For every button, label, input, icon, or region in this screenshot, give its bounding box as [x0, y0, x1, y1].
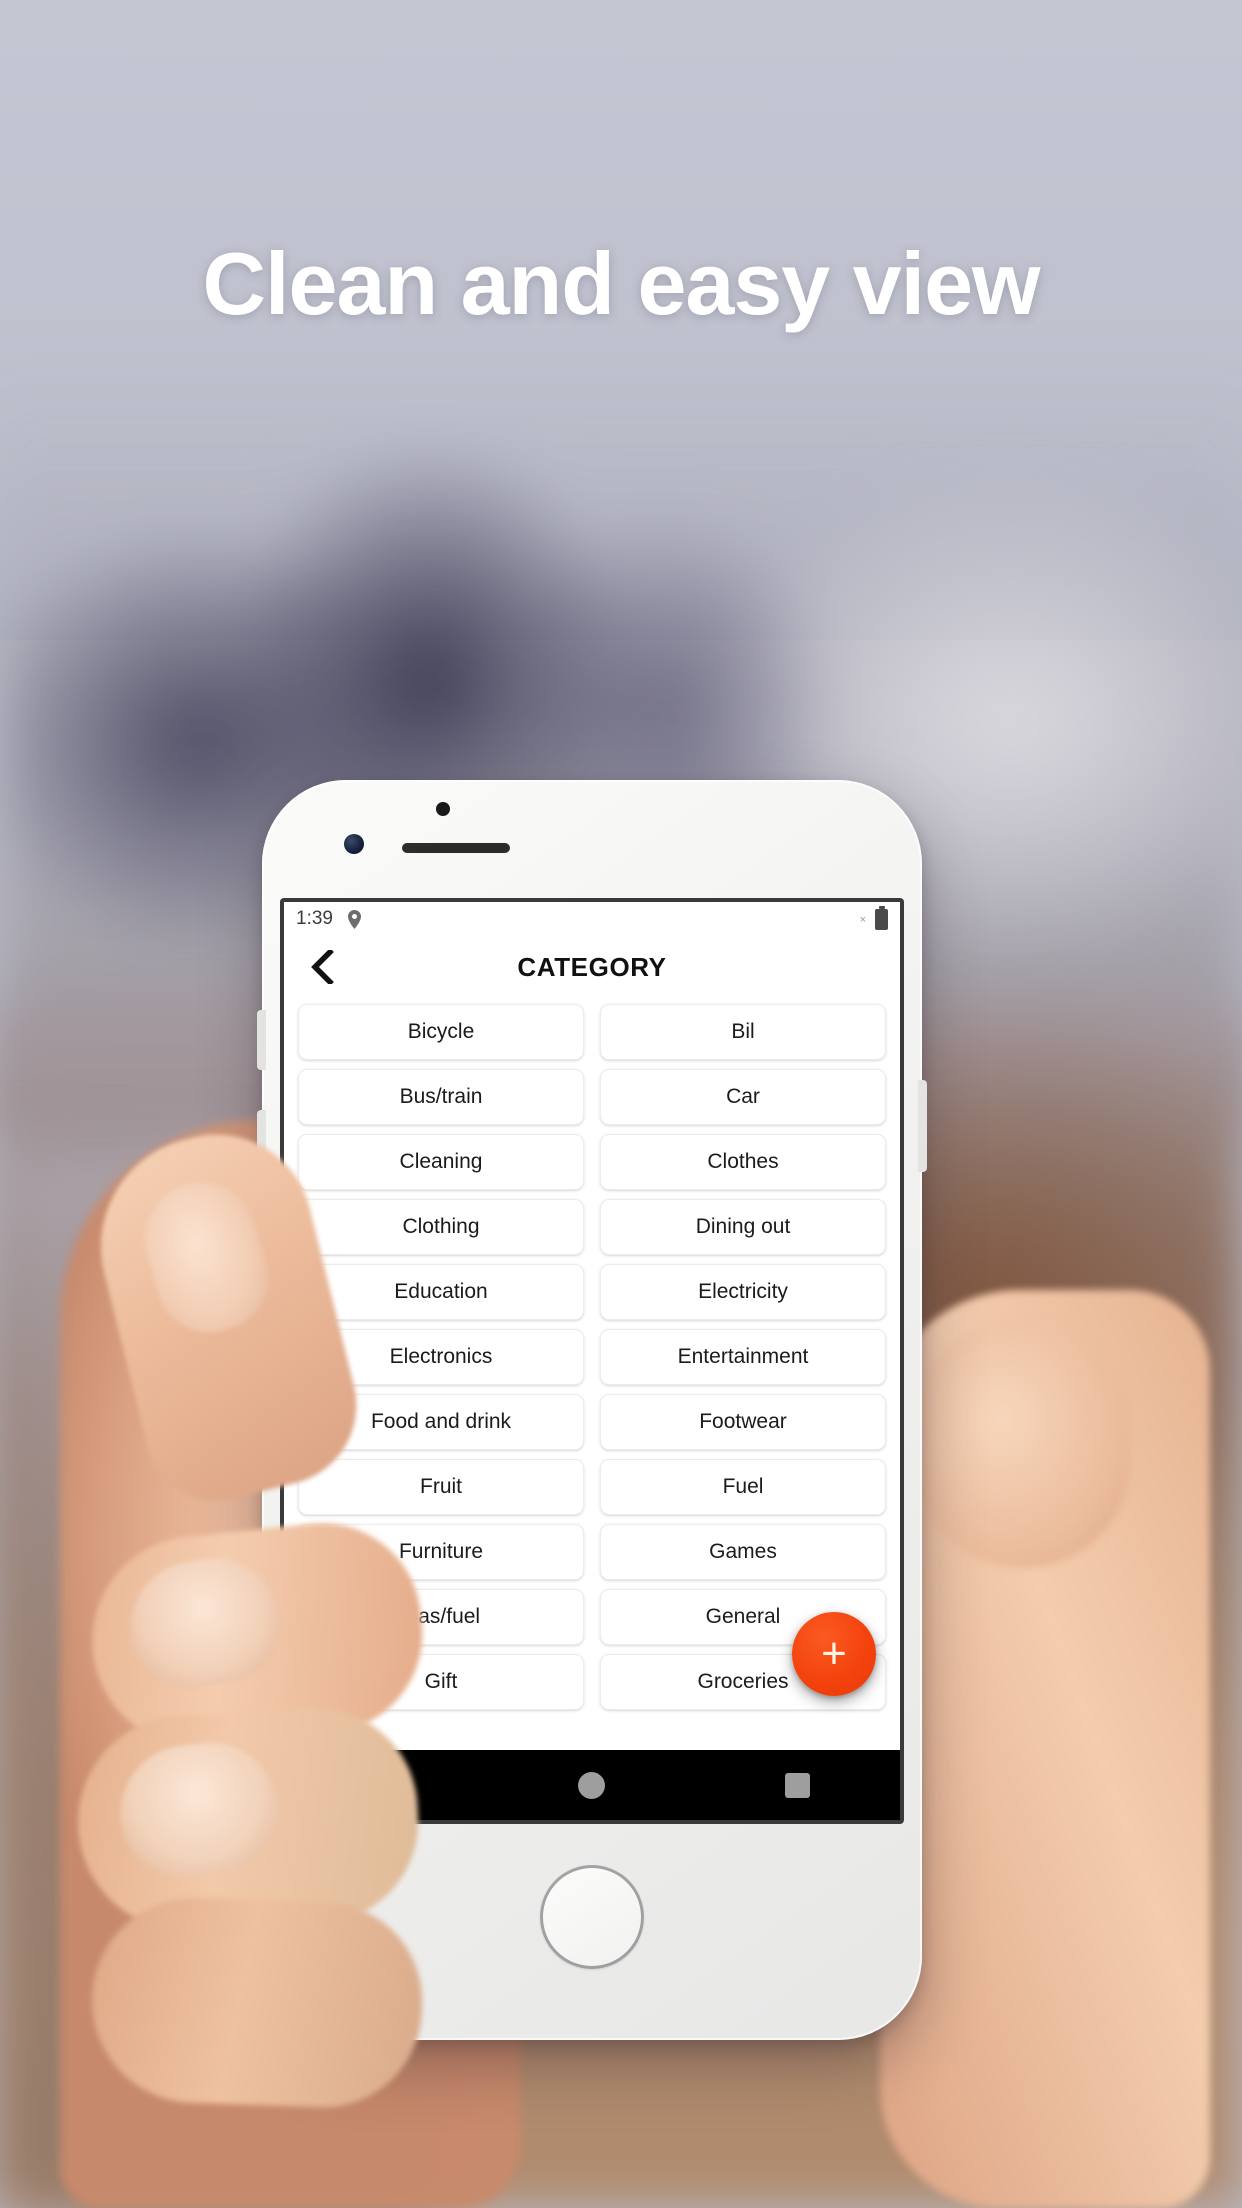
phone-screen-bezel: 1:39 × CATEGORY Bicycle Bil Bus/train Ca… — [280, 898, 904, 1824]
category-button[interactable]: Gift — [298, 1654, 584, 1710]
promo-screenshot: Clean and easy view 1:39 × CATEGORY Bicy… — [0, 0, 1242, 2208]
category-grid: Bicycle Bil Bus/train Car Cleaning Clothes Clo… — [284, 998, 900, 1710]
promo-headline: Clean and easy view — [202, 234, 1041, 333]
category-button[interactable]: Furniture — [298, 1524, 584, 1580]
earpiece-speaker — [402, 843, 510, 853]
page-title: CATEGORY — [517, 951, 667, 982]
category-button[interactable]: Electronics — [298, 1329, 584, 1385]
phone-volume-down-button[interactable] — [257, 1110, 266, 1202]
category-button[interactable]: Footwear — [600, 1394, 886, 1450]
category-button[interactable]: Entertainment — [600, 1329, 886, 1385]
category-button[interactable]: Bicycle — [298, 1004, 584, 1060]
status-bar: 1:39 × — [284, 902, 900, 936]
phone-home-button[interactable] — [540, 1865, 644, 1969]
category-button[interactable]: Bil — [600, 1004, 886, 1060]
category-button[interactable]: Food and drink — [298, 1394, 584, 1450]
category-button[interactable]: Gas/fuel — [298, 1589, 584, 1645]
phone-volume-up-button[interactable] — [257, 1010, 266, 1070]
nav-back-triangle-icon[interactable] — [374, 1769, 398, 1801]
plus-icon: + — [821, 1628, 847, 1678]
category-button[interactable]: Cleaning — [298, 1134, 584, 1190]
category-button[interactable]: Clothes — [600, 1134, 886, 1190]
back-button[interactable] — [298, 943, 346, 991]
nav-recents-square-icon[interactable] — [785, 1772, 810, 1798]
category-button[interactable]: Fuel — [600, 1459, 886, 1515]
category-button[interactable]: Clothing — [298, 1199, 584, 1255]
category-button[interactable]: Fruit — [298, 1459, 584, 1515]
battery-icon — [875, 905, 888, 930]
chevron-left-icon — [311, 950, 334, 984]
close-marker-icon: × — [859, 914, 866, 926]
location-pin-icon — [347, 909, 362, 929]
add-category-fab[interactable]: + — [792, 1612, 876, 1696]
category-button[interactable]: Games — [600, 1524, 886, 1580]
android-nav-bar — [284, 1750, 900, 1820]
front-camera-icon — [344, 834, 364, 854]
category-button[interactable]: Dining out — [600, 1199, 886, 1255]
status-bar-time: 1:39 — [296, 908, 333, 929]
proximity-sensor-icon — [436, 802, 450, 816]
category-button[interactable]: Bus/train — [298, 1069, 584, 1125]
nav-home-circle-icon[interactable] — [578, 1771, 605, 1799]
phone-power-button[interactable] — [918, 1080, 927, 1172]
phone-device: 1:39 × CATEGORY Bicycle Bil Bus/train Ca… — [257, 780, 927, 2040]
category-button[interactable]: Car — [600, 1069, 886, 1125]
phone-screen: 1:39 × CATEGORY Bicycle Bil Bus/train Ca… — [284, 902, 900, 1820]
app-bar: CATEGORY — [284, 936, 900, 998]
category-button[interactable]: Electricity — [600, 1264, 886, 1320]
category-button[interactable]: Education — [298, 1264, 584, 1320]
